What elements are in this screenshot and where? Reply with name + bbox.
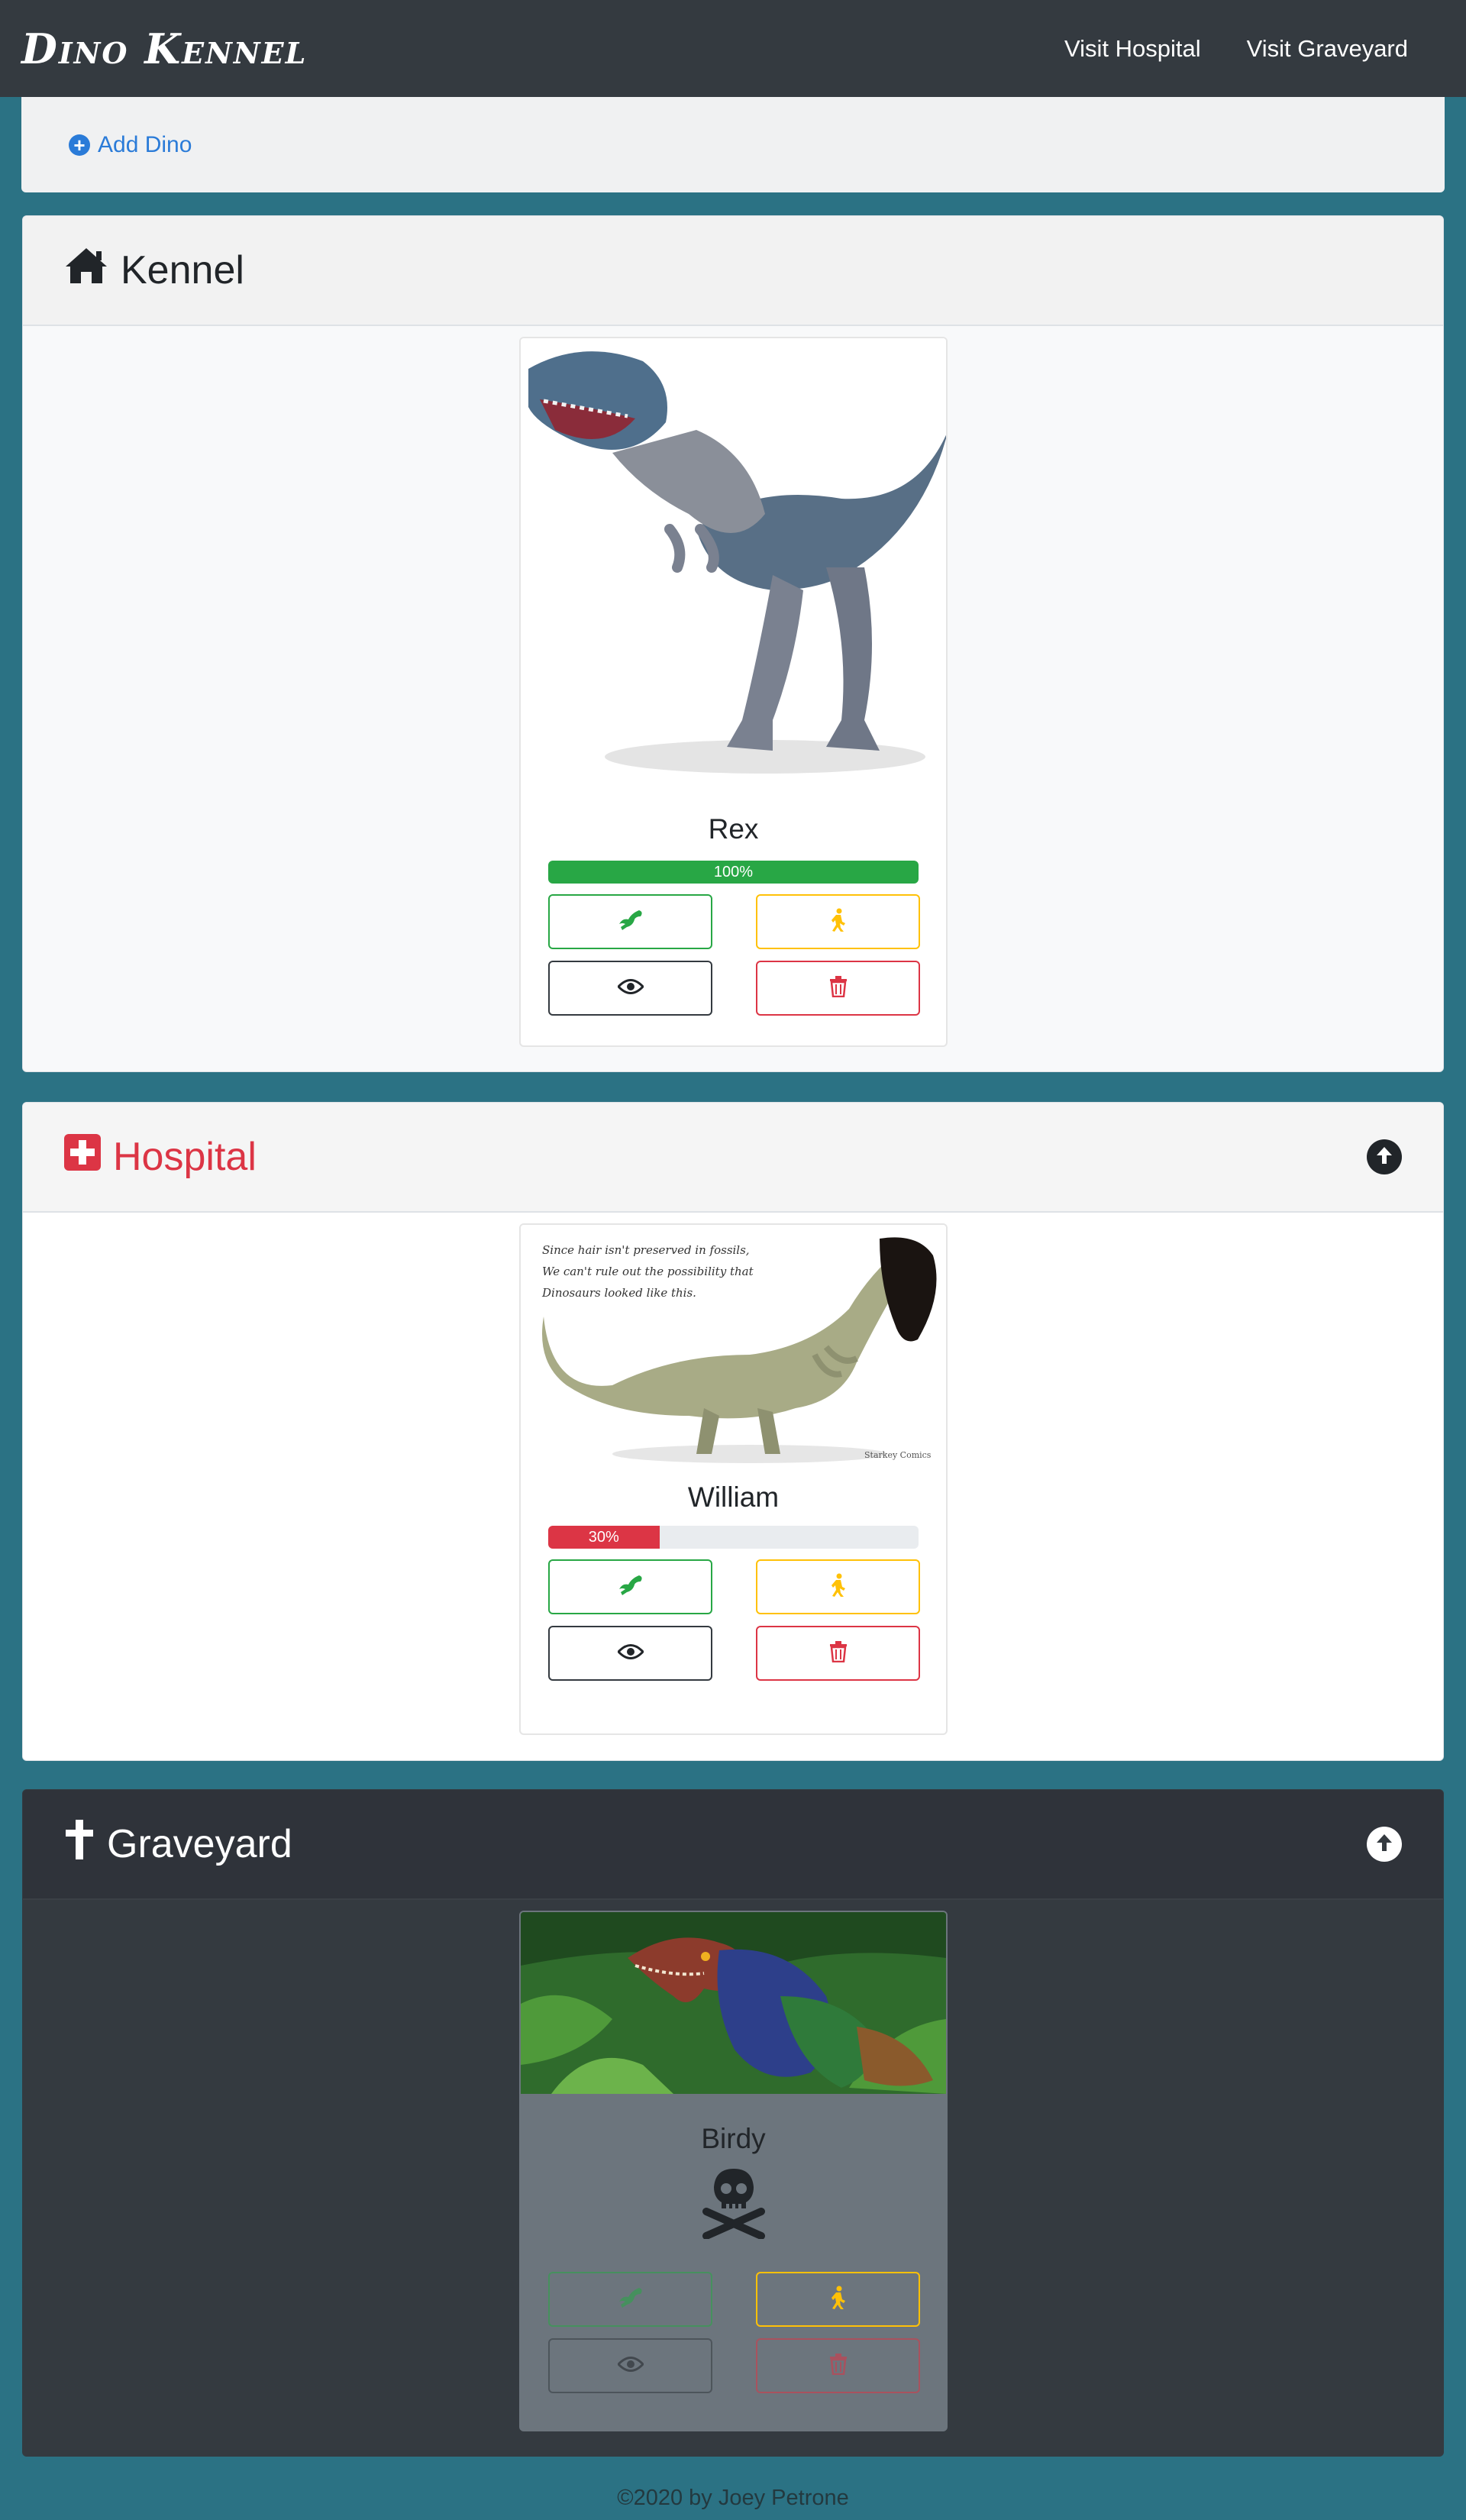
home-icon: [64, 247, 108, 295]
hospital-section: Hospital Since hair isn't preserved in f…: [22, 1102, 1444, 1761]
eye-icon: [616, 2356, 644, 2376]
arrow-up-circle-icon: [1375, 1833, 1393, 1856]
medical-cross-icon: [64, 1133, 101, 1181]
delete-button[interactable]: [756, 961, 920, 1016]
trash-icon: [829, 975, 848, 1001]
dino-icon: [618, 909, 644, 935]
view-button[interactable]: [548, 961, 712, 1016]
visit-graveyard-link[interactable]: Visit Graveyard: [1247, 35, 1408, 63]
add-dino-button[interactable]: + Add Dino: [69, 132, 192, 158]
scroll-up-button[interactable]: [1367, 1827, 1402, 1862]
dino-icon: [618, 2286, 644, 2313]
cross-icon: [64, 1819, 95, 1869]
dino-card-william: Since hair isn't preserved in fossils, W…: [519, 1223, 948, 1735]
hospital-title: Hospital: [113, 1135, 257, 1179]
walk-button[interactable]: [756, 2272, 920, 2327]
feed-button[interactable]: [548, 894, 712, 949]
kennel-header: Kennel: [23, 216, 1443, 326]
walk-button[interactable]: [756, 1559, 920, 1614]
visit-hospital-link[interactable]: Visit Hospital: [1064, 35, 1201, 63]
walk-button[interactable]: [756, 894, 920, 949]
image-credit: Starkey Comics: [864, 1450, 932, 1460]
image-caption-line: Since hair isn't preserved in fossils,: [542, 1243, 750, 1257]
dino-name: William: [687, 1481, 780, 1513]
dino-card-rex: Rex 100%: [519, 337, 948, 1047]
walk-icon: [828, 908, 848, 936]
health-progress: 30%: [548, 1526, 919, 1549]
dino-name: Birdy: [701, 2123, 766, 2154]
plus-circle-icon: +: [69, 134, 90, 156]
nav-links: Visit Hospital Visit Graveyard: [1064, 35, 1408, 63]
graveyard-title: Graveyard: [107, 1822, 292, 1866]
footer-copyright: ©2020 by Joey Petrone: [617, 2486, 849, 2510]
scroll-up-button[interactable]: [1367, 1139, 1402, 1174]
view-button[interactable]: [548, 1626, 712, 1681]
brand-logo[interactable]: Dino Kennel: [21, 24, 307, 73]
eye-icon: [616, 1643, 644, 1664]
health-progress-fill: 30%: [548, 1526, 660, 1549]
trash-icon: [829, 2353, 848, 2379]
dino-icon: [618, 1574, 644, 1601]
health-progress: 100%: [548, 861, 919, 884]
graveyard-section: Graveyard Birdy: [22, 1789, 1444, 2457]
walk-icon: [828, 2286, 848, 2314]
hospital-header: Hospital: [23, 1103, 1443, 1213]
rex-image: [521, 338, 946, 796]
birdy-image: [521, 1912, 946, 2094]
delete-button[interactable]: [756, 1626, 920, 1681]
dino-card-birdy: Birdy: [519, 1911, 948, 2431]
kennel-title: Kennel: [121, 248, 244, 292]
add-dino-bar: + Add Dino: [21, 97, 1445, 192]
view-button[interactable]: [548, 2338, 712, 2393]
dino-name: Rex: [708, 813, 759, 845]
eye-icon: [616, 978, 644, 999]
add-dino-label: Add Dino: [98, 131, 192, 157]
image-caption-line: Dinosaurs looked like this.: [541, 1286, 696, 1300]
delete-button[interactable]: [756, 2338, 920, 2393]
trash-icon: [829, 1640, 848, 1666]
health-progress-fill: 100%: [548, 861, 919, 884]
skull-crossbones-icon: [702, 2166, 766, 2243]
william-image: Since hair isn't preserved in fossils, W…: [521, 1225, 946, 1477]
graveyard-header: Graveyard: [23, 1790, 1443, 1900]
feed-button[interactable]: [548, 1559, 712, 1614]
walk-icon: [828, 1573, 848, 1601]
navbar: Dino Kennel Visit Hospital Visit Graveya…: [0, 0, 1466, 97]
image-caption-line: We can't rule out the possibility that: [542, 1265, 754, 1278]
kennel-section: Kennel Rex 100%: [22, 215, 1444, 1072]
arrow-up-circle-icon: [1375, 1145, 1393, 1169]
feed-button[interactable]: [548, 2272, 712, 2327]
